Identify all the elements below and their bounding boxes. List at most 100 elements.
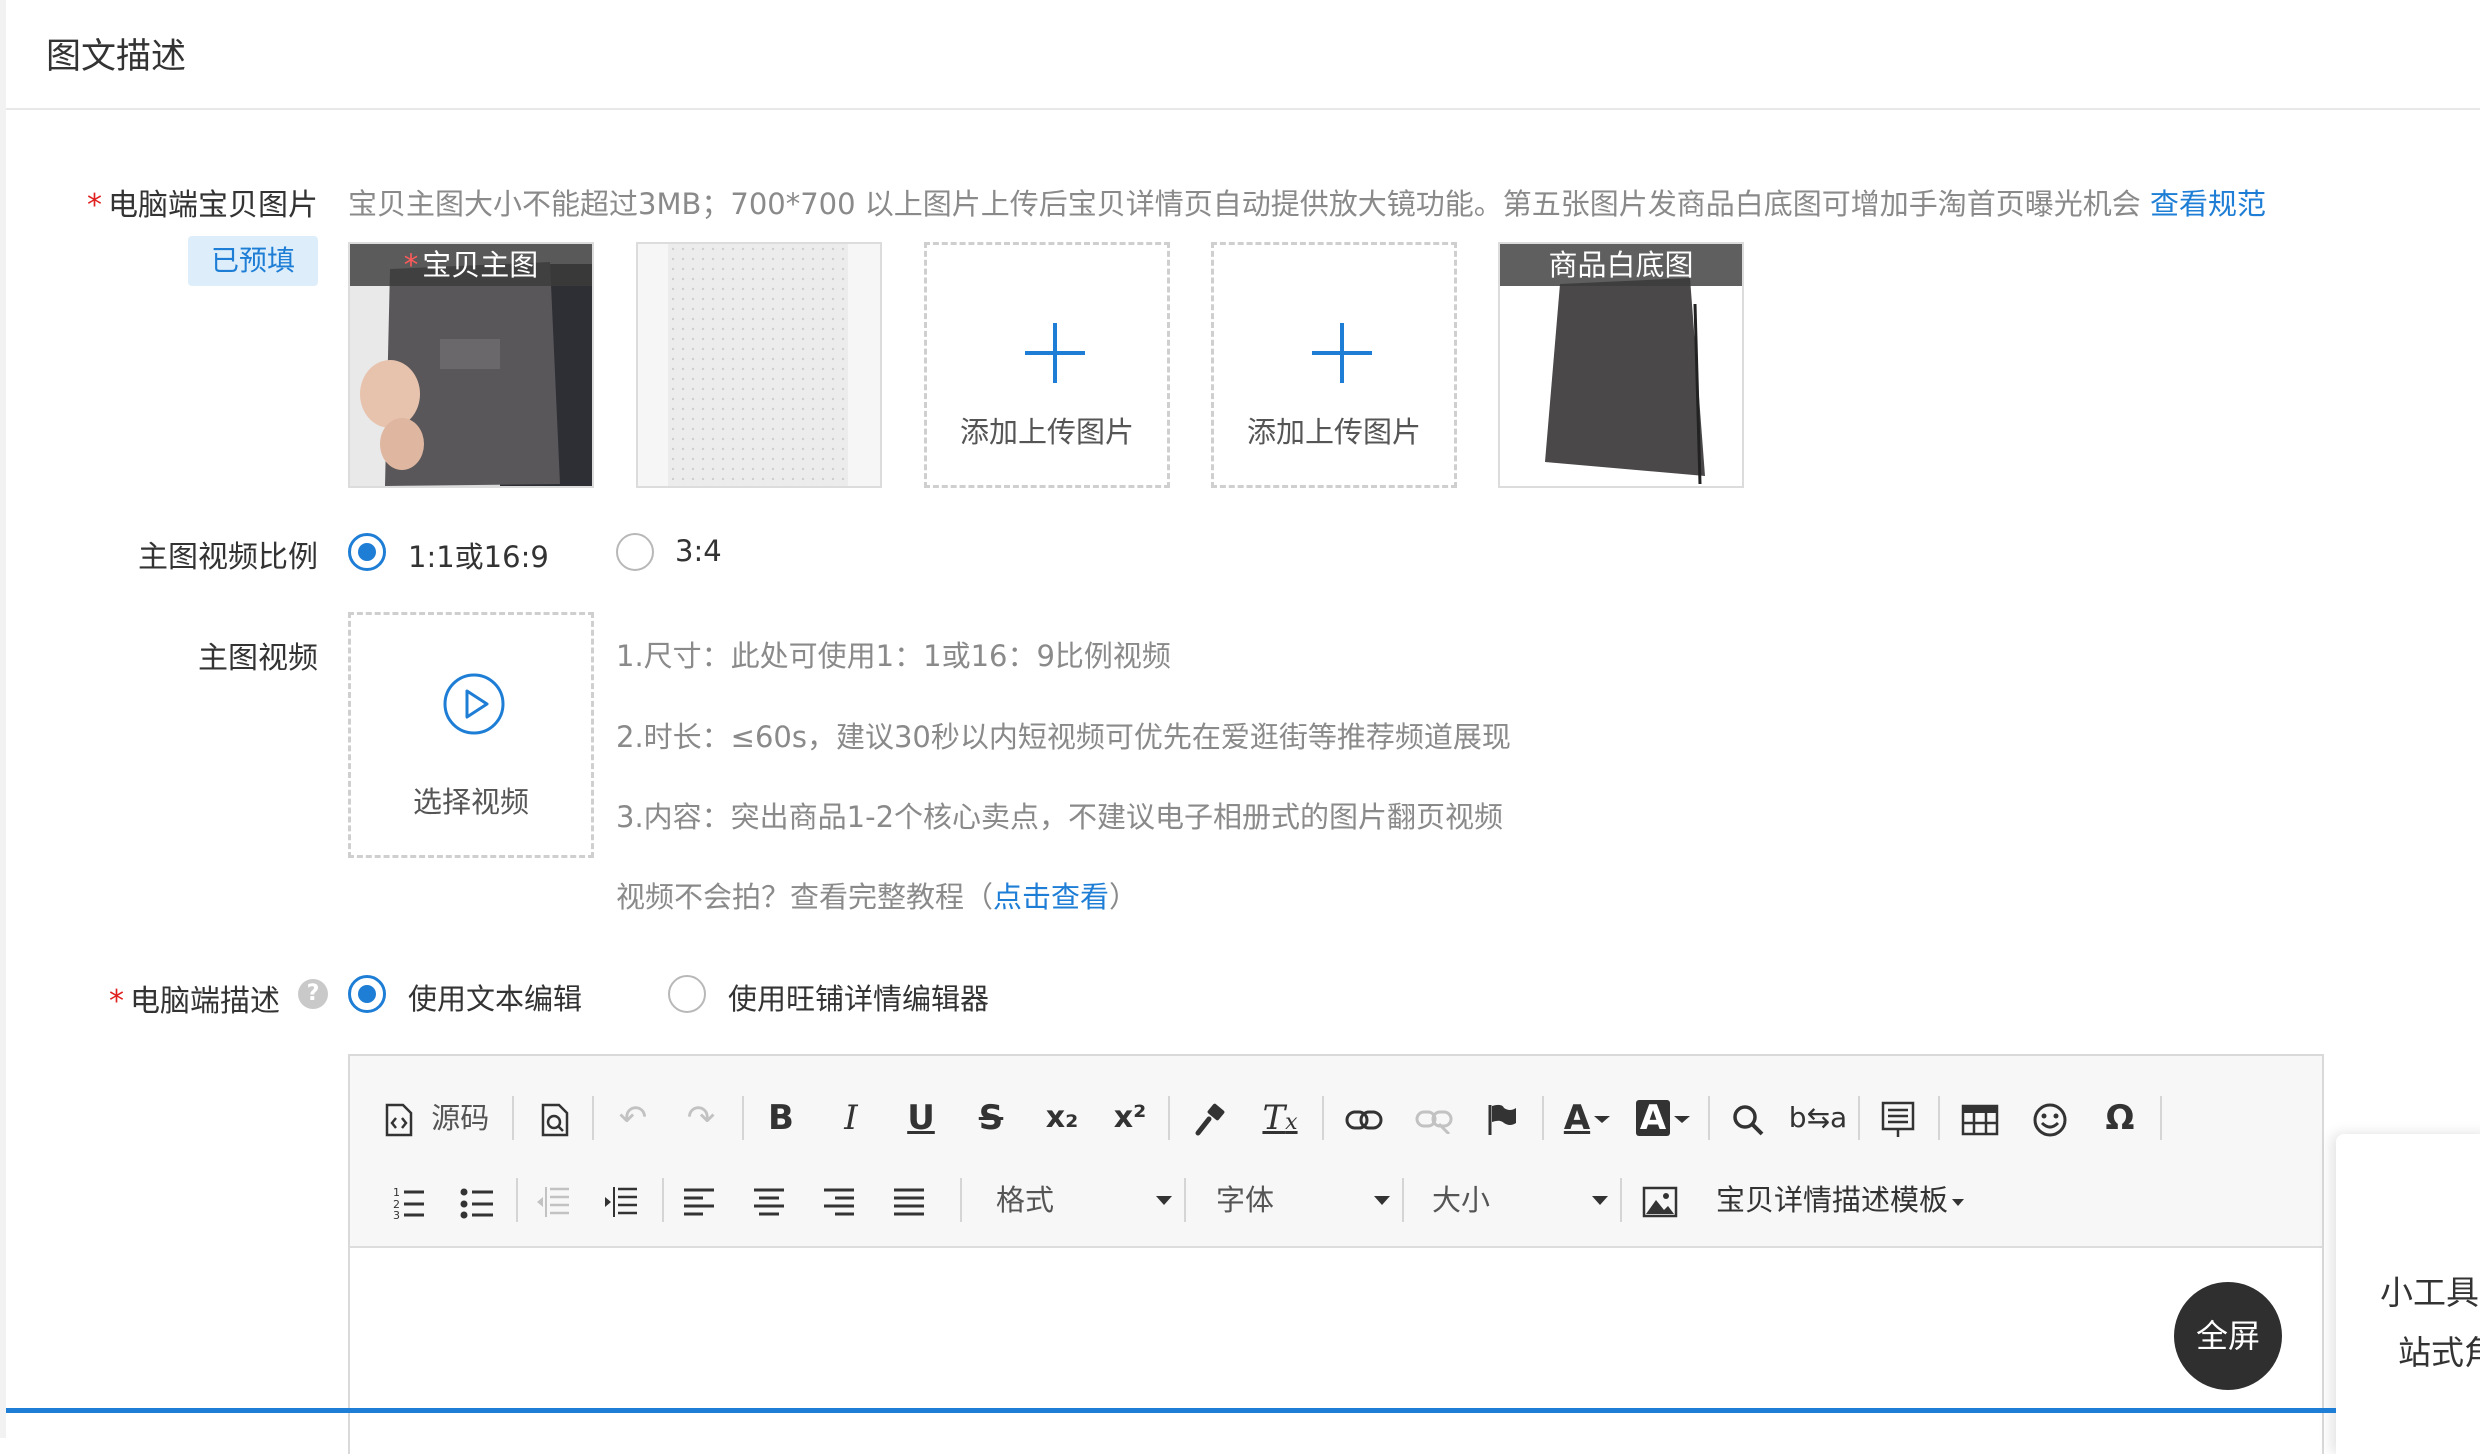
pc-images-label: * 电脑端宝贝图片 — [87, 188, 318, 223]
emoji-icon[interactable] — [2020, 1088, 2080, 1148]
toolbar-separator — [1184, 1178, 1186, 1222]
subscript-icon[interactable]: x₂ — [1034, 1088, 1090, 1148]
toolbar-separator — [1938, 1096, 1940, 1140]
ordered-list-icon[interactable]: 1 2 3 — [384, 1170, 434, 1230]
superscript-icon[interactable]: x² — [1102, 1088, 1158, 1148]
plus-icon — [1025, 323, 1085, 383]
format-dropdown[interactable]: 格式 — [996, 1170, 1176, 1230]
white-bg-banner: 商品白底图 — [1500, 244, 1742, 286]
table-icon[interactable] — [1950, 1088, 2010, 1148]
section-header: 图文描述 — [6, 0, 2480, 110]
preview-icon — [541, 1103, 569, 1136]
link-icon[interactable] — [1334, 1088, 1394, 1148]
video-tip-1: 1.尺寸：此处可使用1：1或16：9比例视频 — [616, 639, 1171, 673]
special-char-icon[interactable]: Ω — [2090, 1088, 2150, 1148]
svg-text:3: 3 — [393, 1209, 400, 1219]
indent-icon[interactable] — [596, 1170, 646, 1230]
ratio-option-label: 3:4 — [675, 534, 722, 568]
text-editor-radio[interactable] — [348, 975, 386, 1013]
detail-template-dropdown[interactable]: 宝贝详情描述模板 — [1716, 1170, 1986, 1230]
dotted-paper-photo — [638, 244, 880, 486]
editor-content-area[interactable] — [350, 1248, 2322, 1454]
video-tutorial-line: 视频不会拍？查看完整教程（点击查看） — [616, 880, 1139, 914]
add-image-slot-4[interactable]: 添加上传图片 — [1211, 242, 1457, 488]
toolbar-separator — [960, 1178, 962, 1222]
size-dropdown[interactable]: 大小 — [1432, 1170, 1612, 1230]
font-dropdown[interactable]: 字体 — [1216, 1170, 1396, 1230]
select-video-box[interactable]: 选择视频 — [348, 612, 594, 858]
rich-text-editor: 源码 ↶ ↷ B I U S x₂ x² Tx A A b⇆a Ω 1 2 3 … — [348, 1054, 2324, 1454]
chevron-down-icon — [1952, 1198, 1965, 1206]
image-slot-white-bg[interactable]: 商品白底图 — [1498, 242, 1744, 488]
toolbar-separator — [2160, 1096, 2162, 1140]
align-left-icon[interactable] — [674, 1170, 724, 1230]
align-right-icon[interactable] — [814, 1170, 864, 1230]
bullet-list-icon[interactable] — [452, 1170, 502, 1230]
image-slot-main[interactable]: * 宝贝主图 — [348, 242, 594, 488]
tutorial-link[interactable]: 点击查看 — [993, 880, 1109, 914]
required-mark: * — [109, 984, 124, 1019]
preview-button[interactable] — [530, 1088, 580, 1148]
ratio-option-label: 1:1或16:9 — [408, 540, 549, 574]
ratio-radio-1-1-16-9[interactable] — [348, 533, 386, 571]
editor-toolbar: 源码 ↶ ↷ B I U S x₂ x² Tx A A b⇆a Ω 1 2 3 … — [350, 1056, 2322, 1248]
bottom-accent-bar — [6, 1408, 2336, 1413]
prefilled-tag: 已预填 — [188, 236, 318, 286]
toolbar-separator — [1542, 1096, 1544, 1140]
source-code-icon — [385, 1103, 413, 1137]
format-painter-icon[interactable] — [1180, 1088, 1240, 1148]
ratio-radio-3-4[interactable] — [616, 533, 654, 571]
align-justify-icon[interactable] — [884, 1170, 934, 1230]
select-video-label: 选择视频 — [412, 785, 529, 819]
video-tip-2: 2.时长：≤60s，建议30秒以内短视频可优先在爱逛街等推荐频道展现 — [616, 720, 1511, 754]
chevron-down-icon — [1374, 1196, 1390, 1205]
help-icon[interactable]: ? — [298, 979, 328, 1009]
video-tip-3: 3.内容：突出商品1-2个核心卖点，不建议电子相册式的图片翻页视频 — [616, 800, 1504, 834]
anchor-flag-icon[interactable] — [1472, 1088, 1532, 1148]
main-video-label: 主图视频 — [198, 641, 318, 676]
play-icon — [443, 673, 505, 735]
replace-icon[interactable]: b⇆a — [1788, 1088, 1848, 1148]
toolbar-separator — [1620, 1178, 1622, 1222]
wangpu-editor-option-label: 使用旺铺详情编辑器 — [728, 982, 990, 1016]
italic-icon[interactable]: I — [826, 1088, 876, 1148]
pc-desc-label: * 电脑端描述 — [109, 984, 280, 1019]
redo-icon[interactable]: ↷ — [676, 1088, 726, 1148]
wangpu-editor-radio[interactable] — [668, 975, 706, 1013]
toolbar-separator — [516, 1178, 518, 1222]
section-title: 图文描述 — [46, 37, 187, 77]
toolbar-separator — [512, 1096, 514, 1140]
side-panel-line-1: 小工具 — [2380, 1273, 2479, 1312]
align-center-icon[interactable] — [744, 1170, 794, 1230]
template-list-icon[interactable] — [1868, 1088, 1928, 1148]
pc-images-hint: 宝贝主图大小不能超过3MB；700*700 以上图片上传后宝贝详情页自动提供放大… — [348, 187, 2267, 221]
toolbar-separator — [592, 1096, 594, 1140]
toolbar-separator — [742, 1096, 744, 1140]
text-editor-option-label: 使用文本编辑 — [408, 982, 583, 1016]
toolbar-separator — [662, 1178, 664, 1222]
search-icon[interactable] — [1718, 1088, 1778, 1148]
side-tool-panel[interactable]: 小工具 站式角 — [2336, 1134, 2480, 1454]
add-image-slot-3[interactable]: 添加上传图片 — [924, 242, 1170, 488]
chevron-down-icon — [1592, 1196, 1608, 1205]
underline-icon[interactable]: U — [896, 1088, 946, 1148]
font-color-icon[interactable]: A — [1552, 1088, 1622, 1148]
bold-icon[interactable]: B — [756, 1088, 806, 1148]
page-left-border — [0, 0, 6, 1438]
outdent-icon[interactable] — [528, 1170, 578, 1230]
image-icon[interactable] — [1630, 1170, 1690, 1230]
chevron-down-icon — [1156, 1196, 1172, 1205]
undo-icon[interactable]: ↶ — [608, 1088, 658, 1148]
view-spec-link[interactable]: 查看规范 — [2150, 187, 2266, 221]
add-upload-label: 添加上传图片 — [959, 415, 1134, 449]
clear-format-icon[interactable]: Tx — [1250, 1088, 1310, 1148]
source-button[interactable]: 源码 — [384, 1088, 494, 1148]
plus-icon — [1312, 323, 1372, 383]
strikethrough-icon[interactable]: S — [966, 1088, 1016, 1148]
toolbar-separator — [1858, 1096, 1860, 1140]
unlink-icon[interactable] — [1404, 1088, 1464, 1148]
fullscreen-button[interactable]: 全屏 — [2174, 1282, 2282, 1390]
background-color-icon[interactable]: A — [1626, 1088, 1700, 1148]
image-slot-2[interactable] — [636, 242, 882, 488]
toolbar-separator — [1708, 1096, 1710, 1140]
